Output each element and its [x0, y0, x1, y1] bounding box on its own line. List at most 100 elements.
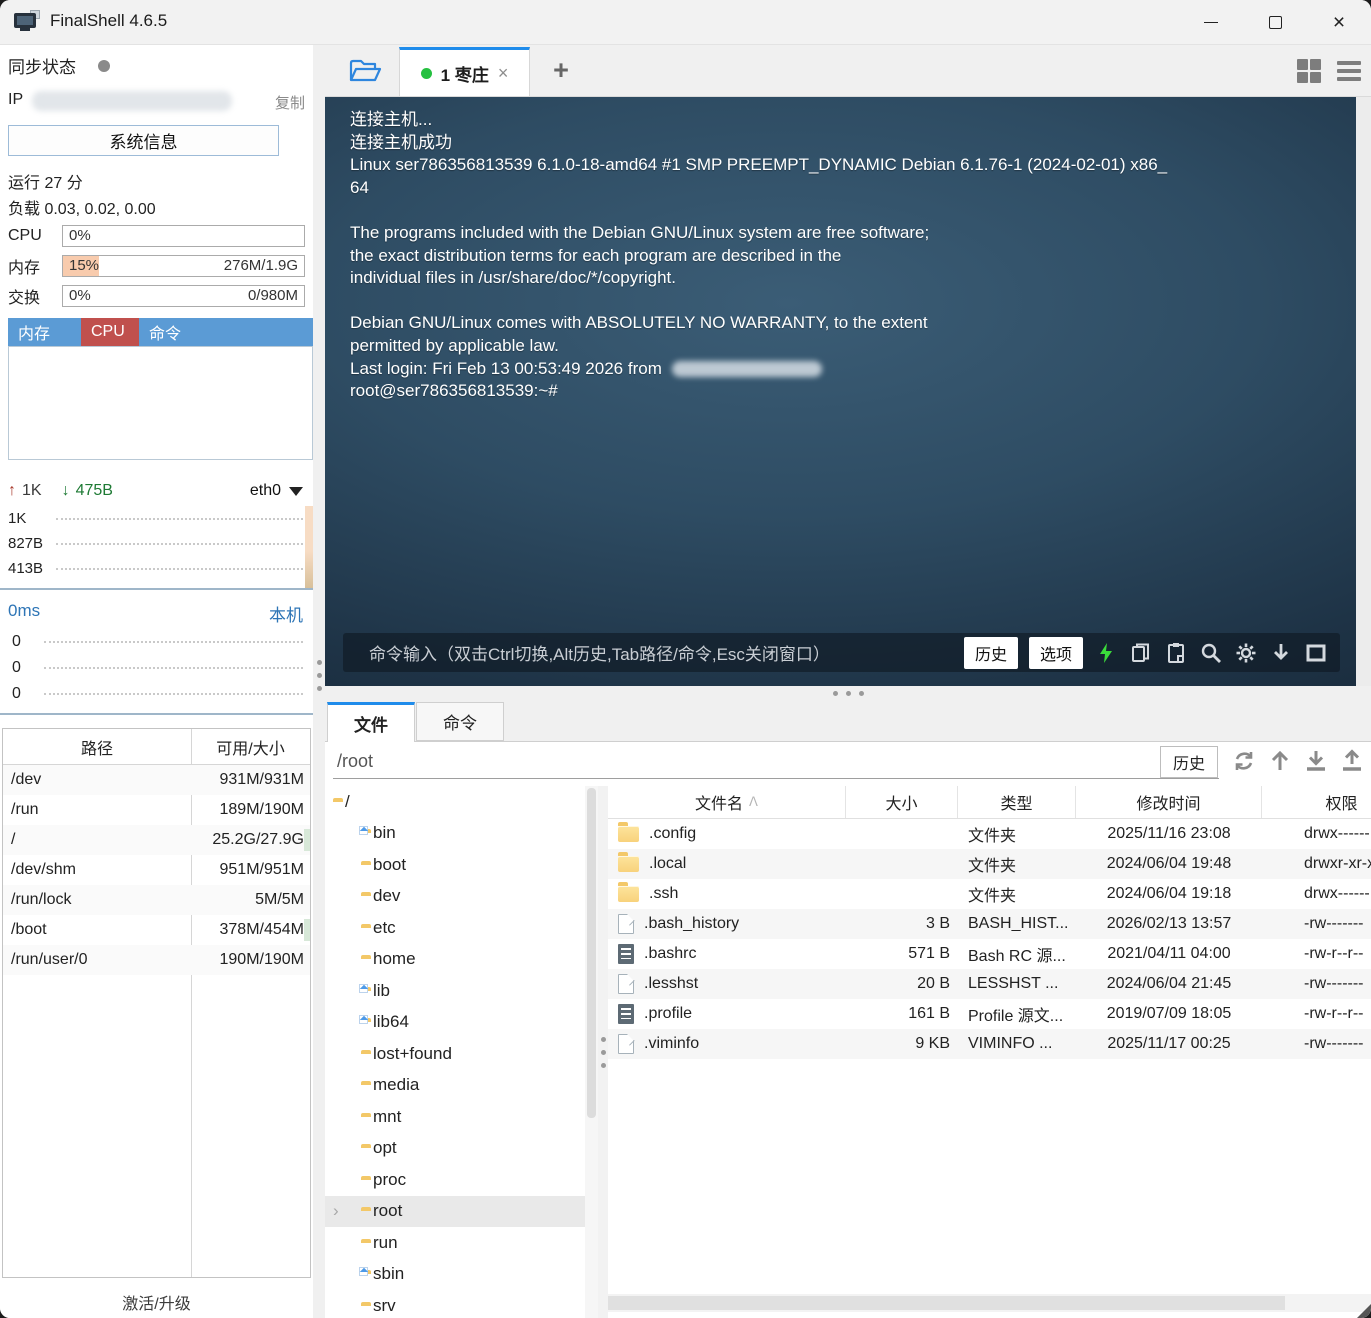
monitor-tab-内存[interactable]: 内存	[8, 318, 81, 346]
layout-grid-icon[interactable]	[1297, 58, 1321, 83]
terminal-line: 连接主机...	[350, 110, 433, 129]
file-panel-tabs: 文件 命令	[325, 700, 1371, 742]
download-arrow-icon[interactable]	[1269, 641, 1293, 665]
file-row-ssh[interactable]: .ssh 文件夹 2024/06/04 19:18 drwx------	[608, 879, 1371, 909]
column-header-2[interactable]: 大小	[846, 786, 958, 818]
tree-item-[interactable]: /	[325, 786, 585, 818]
disk-table: 路径 可用/大小 /dev 931M/931M/run 189M/190M/25.2…	[2, 728, 311, 1278]
session-tab-bar: 1 枣庄 × +	[325, 45, 1371, 97]
upload-rate: 1K	[22, 482, 42, 499]
copy-icon[interactable]	[1129, 641, 1153, 665]
close-button[interactable]: ×	[1307, 0, 1371, 45]
column-header-3[interactable]: 类型	[958, 786, 1076, 818]
terminal-line: Debian GNU/Linux comes with ABSOLUTELY N…	[350, 313, 928, 333]
parent-directory-icon[interactable]	[1266, 747, 1294, 775]
network-current-bar	[305, 506, 313, 588]
disk-row: /run/lock 5M/5M	[3, 885, 310, 915]
tree-item-lib[interactable]: lib	[325, 975, 585, 1007]
tab-close-icon[interactable]: ×	[498, 63, 509, 84]
upload-file-icon[interactable]	[1338, 747, 1366, 775]
column-header-4[interactable]: 修改时间	[1076, 786, 1262, 818]
tab-files[interactable]: 文件	[327, 702, 415, 742]
ping-graph: 000	[0, 629, 313, 715]
monitor-tabs: 内存 CPU 命令	[8, 318, 313, 346]
folder-icon	[618, 822, 639, 842]
column-header-1[interactable]: 文件名 ᐱ	[608, 786, 846, 818]
disk-row: /dev/shm 951M/951M	[11, 861, 304, 878]
terminal[interactable]: 连接主机... 连接主机成功 Linux ser786356813539 6.1.0…	[325, 97, 1356, 686]
tree-item-run[interactable]: run	[325, 1227, 585, 1259]
download-file-icon[interactable]	[1302, 747, 1330, 775]
disk-col-size: 可用/大小	[216, 740, 285, 758]
history-button[interactable]: 历史	[963, 636, 1018, 669]
monitor-tab-CPU[interactable]: CPU	[81, 318, 139, 346]
tree-item-bin[interactable]: bin	[325, 818, 585, 850]
directory-tree: / bin boot dev etc home lib lib64 lost+found medi…	[325, 786, 585, 1318]
load-label: 负载 0.03, 0.02, 0.00	[8, 201, 156, 218]
column-header-5[interactable]: 权限	[1262, 786, 1371, 818]
tree-scrollbar[interactable]	[585, 786, 598, 1318]
disk-row: /run 189M/190M	[11, 801, 304, 818]
lightning-icon[interactable]	[1094, 641, 1118, 665]
system-info-button[interactable]: 系统信息	[8, 125, 279, 156]
command-input-bar[interactable]: 命令输入（双击Ctrl切换,Alt历史,Tab路径/命令,Esc关闭窗口） 历史…	[343, 633, 1340, 672]
options-button[interactable]: 选项	[1028, 636, 1083, 669]
activate-upgrade-link[interactable]: 激活/升级	[0, 1290, 313, 1314]
gear-icon[interactable]	[1234, 641, 1258, 665]
file-row-lesshst[interactable]: .lesshst 20 B LESSHST ... 2024/06/04 21:45-…	[608, 969, 1371, 999]
terminal-scrollbar[interactable]	[1356, 97, 1371, 686]
tree-item-srv[interactable]: srv	[325, 1290, 585, 1318]
sidebar-splitter[interactable]	[313, 45, 325, 1318]
tree-item-root[interactable]: › root	[325, 1195, 585, 1227]
vertical-splitter[interactable]	[598, 786, 608, 1318]
file-row-viminfo[interactable]: .viminfo 9 KB VIMINFO ... 2025/11/17 00:25-…	[608, 1029, 1371, 1059]
path-input[interactable]: /root	[337, 751, 373, 772]
tree-item-proc[interactable]: proc	[325, 1164, 585, 1196]
ip-label: IP	[8, 91, 24, 108]
hamburger-menu-icon[interactable]	[1337, 60, 1361, 81]
ping-latency: 0ms	[8, 601, 41, 620]
tree-item-lib64[interactable]: lib64	[325, 1007, 585, 1039]
download-arrow-icon: ↓	[61, 482, 70, 499]
command-input-placeholder: 命令输入（双击Ctrl切换,Alt历史,Tab路径/命令,Esc关闭窗口）	[369, 645, 830, 664]
copy-ip-button[interactable]: 复制	[275, 92, 305, 113]
file-row-bash_history[interactable]: .bash_history 3 B BASH_HIST... 2026/02/13 1…	[608, 909, 1371, 939]
file-row-local[interactable]: .local 文件夹 2024/06/04 19:48 drwxr-xr-x	[608, 849, 1371, 879]
terminal-prompt: root@ser786356813539:~#	[350, 381, 558, 401]
tree-item-dev[interactable]: dev	[325, 881, 585, 913]
source-ip-redacted	[671, 361, 822, 378]
connection-manager-button[interactable]	[337, 51, 393, 91]
session-tab-active[interactable]: 1 枣庄 ×	[399, 47, 530, 96]
interface-selector[interactable]: eth0	[250, 482, 303, 500]
ip-value-redacted	[32, 91, 232, 111]
uptime-label: 运行 27 分	[8, 175, 83, 192]
tree-item-sbin[interactable]: sbin	[325, 1259, 585, 1291]
file-icon	[618, 974, 634, 994]
tree-item-lost+found[interactable]: lost+found	[325, 1038, 585, 1070]
meter-交换: 交换 0% 0/980M	[8, 285, 305, 307]
path-history-button[interactable]: 历史	[1160, 746, 1218, 778]
tree-item-etc[interactable]: etc	[325, 912, 585, 944]
tree-item-mnt[interactable]: mnt	[325, 1101, 585, 1133]
expand-chevron-icon[interactable]: ›	[333, 1201, 339, 1221]
paste-icon[interactable]	[1164, 641, 1188, 665]
monitor-tab-命令[interactable]: 命令	[139, 318, 313, 346]
maximize-button[interactable]	[1243, 0, 1307, 45]
search-icon[interactable]	[1199, 641, 1223, 665]
tab-commands[interactable]: 命令	[416, 702, 504, 741]
table-horizontal-scrollbar[interactable]	[608, 1294, 1371, 1312]
new-tab-button[interactable]: +	[541, 45, 581, 96]
file-row-profile[interactable]: .profile 161 B Profile 源文... 2019/07/09 18:…	[608, 999, 1371, 1029]
file-row-config[interactable]: .config 文件夹 2025/11/16 23:08 drwx------	[608, 819, 1371, 849]
window-resize-grip[interactable]	[1357, 1304, 1371, 1318]
file-row-bashrc[interactable]: .bashrc 571 B Bash RC 源... 2021/04/11 04:00…	[608, 939, 1371, 969]
tree-item-media[interactable]: media	[325, 1070, 585, 1102]
ping-target-link[interactable]: 本机	[269, 601, 303, 625]
refresh-icon[interactable]	[1230, 747, 1258, 775]
tree-item-opt[interactable]: opt	[325, 1133, 585, 1165]
tree-item-home[interactable]: home	[325, 944, 585, 976]
tree-item-boot[interactable]: boot	[325, 849, 585, 881]
minimize-button[interactable]	[1179, 0, 1243, 45]
horizontal-splitter[interactable]	[325, 686, 1371, 700]
window-icon[interactable]	[1304, 641, 1328, 665]
